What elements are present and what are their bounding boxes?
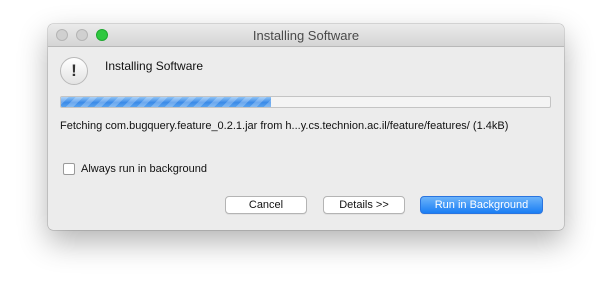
run-in-background-button[interactable]: Run in Background [420, 196, 543, 214]
installing-software-dialog: Installing Software ! Installing Softwar… [48, 24, 564, 230]
always-run-in-background-label: Always run in background [81, 163, 207, 175]
dialog-heading: Installing Software [105, 59, 204, 73]
status-text: Fetching com.bugquery.feature_0.2.1.jar … [60, 120, 509, 132]
details-button[interactable]: Details >> [323, 196, 405, 214]
progress-bar [60, 96, 551, 108]
progress-bar-fill [61, 97, 272, 107]
cancel-button[interactable]: Cancel [225, 196, 307, 214]
always-run-in-background-checkbox[interactable] [63, 163, 75, 175]
title-bar[interactable]: Installing Software [48, 24, 564, 47]
always-run-in-background-option[interactable]: Always run in background [63, 162, 207, 176]
exclamation-icon: ! [60, 57, 88, 85]
window-title: Installing Software [252, 28, 360, 43]
